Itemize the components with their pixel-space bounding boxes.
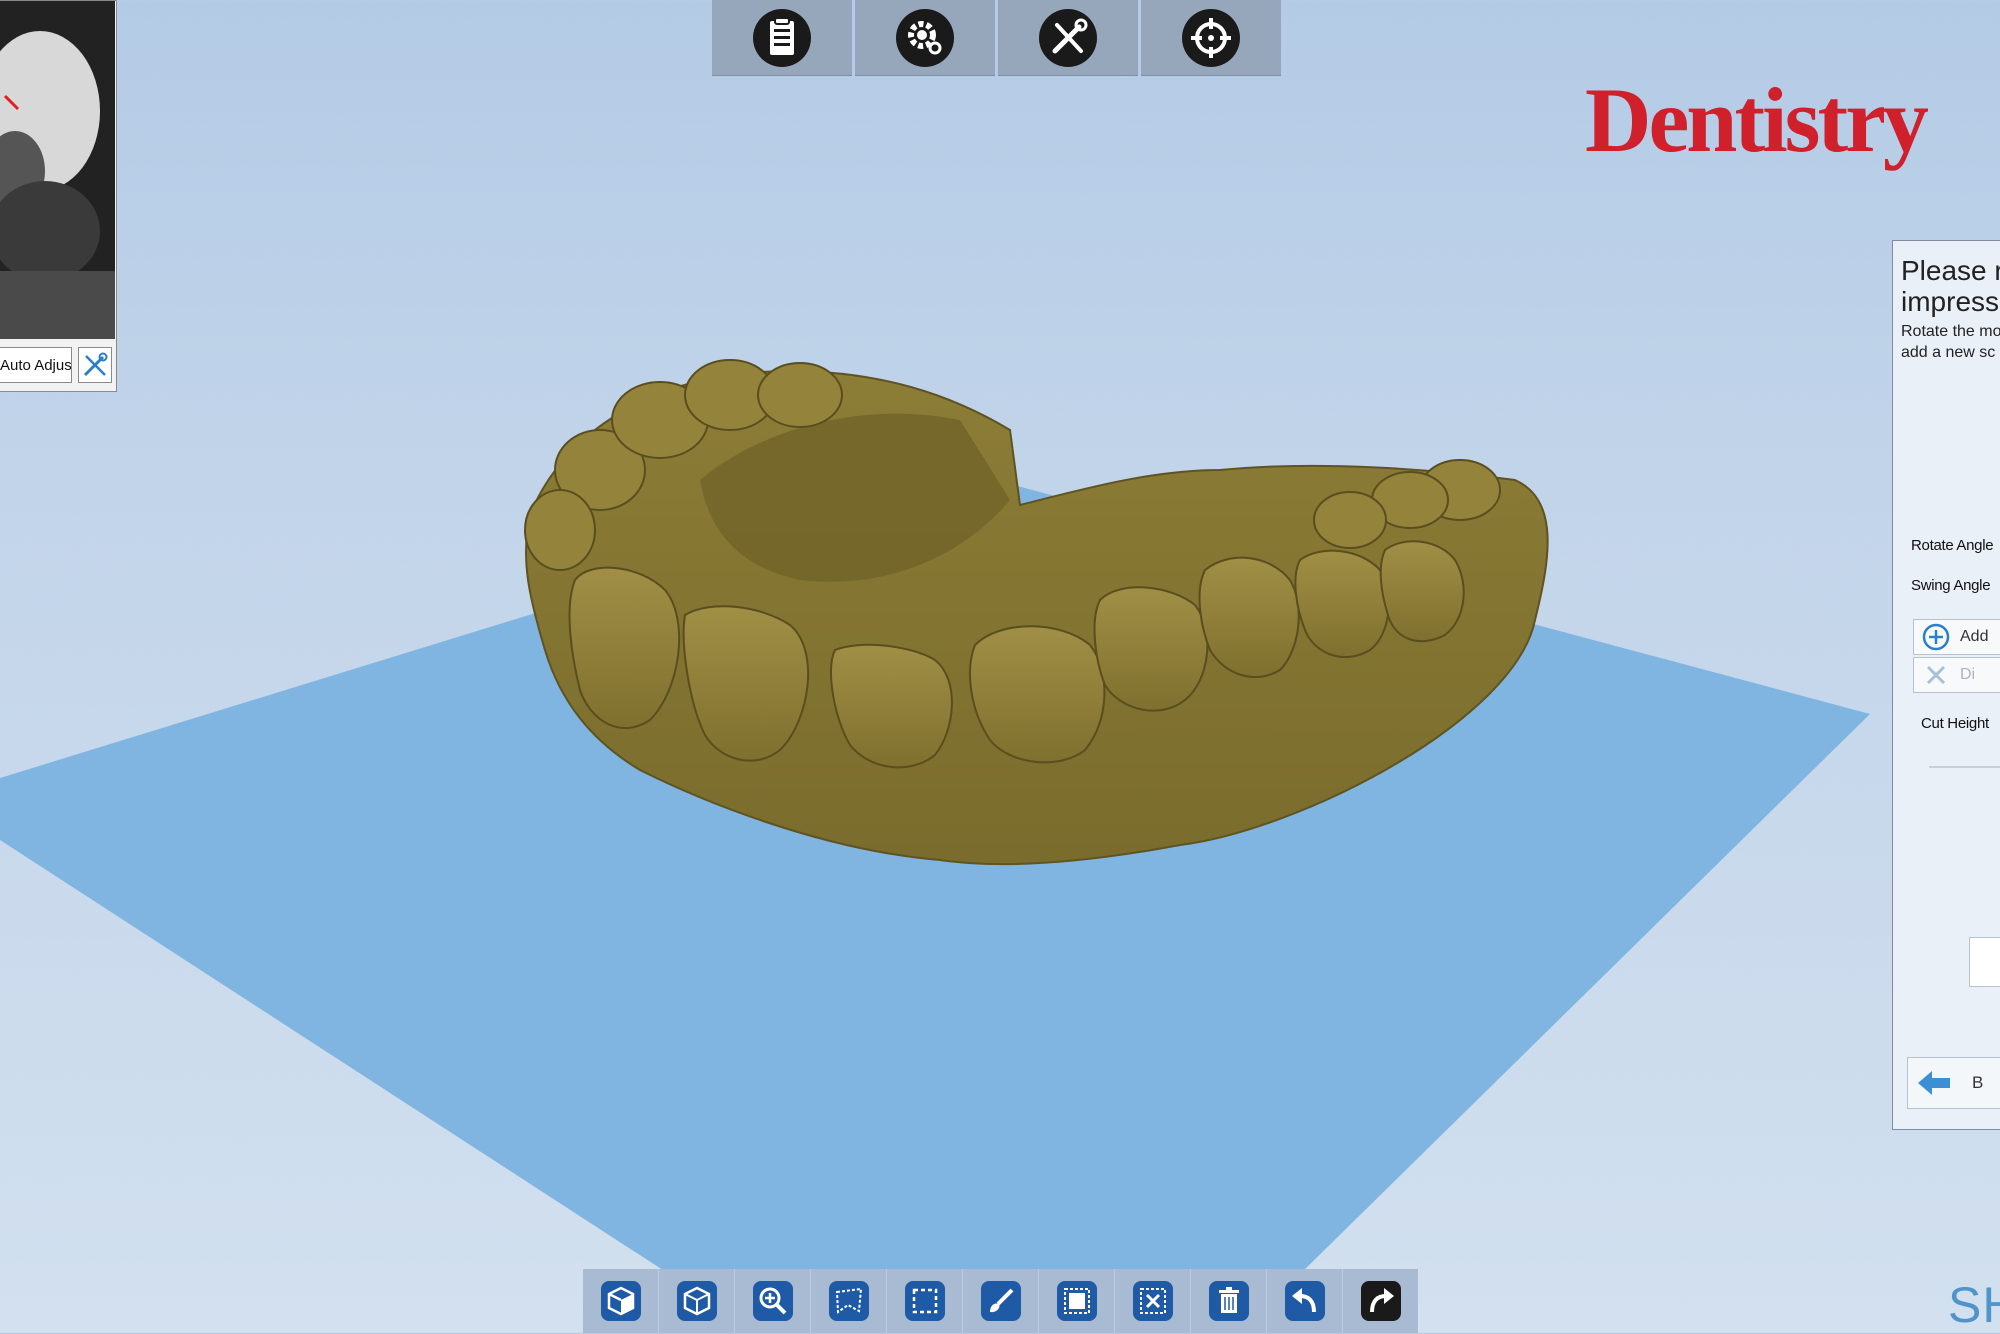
cube-front-icon xyxy=(600,1281,641,1321)
back-button[interactable]: B xyxy=(1907,1057,2000,1109)
settings-button[interactable] xyxy=(855,0,995,76)
dentistry-logo: Dentistry xyxy=(1585,69,1929,171)
panel-title-line2: impressio xyxy=(1901,286,2000,317)
wrench-screwdriver-icon xyxy=(83,352,108,377)
cut-height-slider[interactable] xyxy=(1929,766,2000,768)
brush-icon xyxy=(980,1281,1021,1321)
arrow-left-icon xyxy=(1918,1071,1950,1095)
view-wireframe-button[interactable] xyxy=(659,1269,734,1333)
invert-selection-icon xyxy=(1132,1281,1173,1321)
rectangle-select-icon xyxy=(904,1281,945,1321)
select-all-button[interactable] xyxy=(1039,1269,1114,1333)
swing-angle-label: Swing Angle xyxy=(1911,577,1991,594)
lasso-select-icon xyxy=(828,1281,869,1321)
discard-button[interactable]: Di xyxy=(1913,657,2000,693)
undo-button[interactable] xyxy=(1267,1269,1342,1333)
close-icon xyxy=(1926,665,1946,685)
crosshair-icon xyxy=(1182,8,1240,67)
zoom-in-icon xyxy=(752,1281,793,1321)
auto-adjust-label: Auto Adjust xyxy=(0,357,72,374)
cut-height-label: Cut Height xyxy=(1921,715,1989,732)
calibrate-button[interactable] xyxy=(1141,0,1281,76)
bottom-toolbar xyxy=(583,1269,1418,1333)
tools-button[interactable] xyxy=(998,0,1138,76)
add-scan-label: Add xyxy=(1960,628,1989,645)
view-front-button[interactable] xyxy=(583,1269,658,1333)
wrench-screwdriver-icon xyxy=(1039,8,1097,67)
camera-preview-image xyxy=(0,1,115,339)
notes-button[interactable] xyxy=(712,0,852,76)
cube-wireframe-icon xyxy=(676,1281,717,1321)
delete-button[interactable] xyxy=(1191,1269,1266,1333)
discard-label: Di xyxy=(1960,666,1976,683)
plus-circle-icon xyxy=(1922,623,1950,651)
panel-preview-box xyxy=(1969,937,2000,987)
auto-adjust-button[interactable]: Auto Adjust xyxy=(0,347,72,383)
scan-side-panel: Please re impressio Rotate the mo add a … xyxy=(1892,240,2000,1130)
3d-viewport[interactable] xyxy=(0,0,2000,1333)
panel-desc-line1: Rotate the mo xyxy=(1901,323,2000,340)
clipboard-list-icon xyxy=(753,8,811,67)
lasso-select-button[interactable] xyxy=(811,1269,886,1333)
camera-preview-panel: Auto Adjust xyxy=(0,0,117,392)
undo-icon xyxy=(1284,1281,1325,1321)
redo-icon xyxy=(1360,1281,1401,1321)
select-all-icon xyxy=(1056,1281,1097,1321)
invert-select-button[interactable] xyxy=(1115,1269,1190,1333)
camera-tools-button[interactable] xyxy=(78,347,112,383)
trash-icon xyxy=(1208,1281,1249,1321)
rotate-angle-label: Rotate Angle xyxy=(1911,537,1994,554)
add-scan-button[interactable]: Add xyxy=(1913,619,2000,655)
back-label: B xyxy=(1972,1073,1984,1092)
panel-description: Rotate the mo add a new sc xyxy=(1901,321,2000,363)
redo-button[interactable] xyxy=(1343,1269,1418,1333)
panel-title: Please re impressio xyxy=(1901,255,2000,317)
brush-select-button[interactable] xyxy=(963,1269,1038,1333)
brand-corner-text: SH xyxy=(1948,1277,2000,1333)
top-toolbar xyxy=(712,0,1281,76)
panel-desc-line2: add a new sc xyxy=(1901,344,1996,361)
panel-title-line1: Please re xyxy=(1901,255,2000,286)
gear-icon xyxy=(896,8,954,67)
rect-select-button[interactable] xyxy=(887,1269,962,1333)
zoom-button[interactable] xyxy=(735,1269,810,1333)
